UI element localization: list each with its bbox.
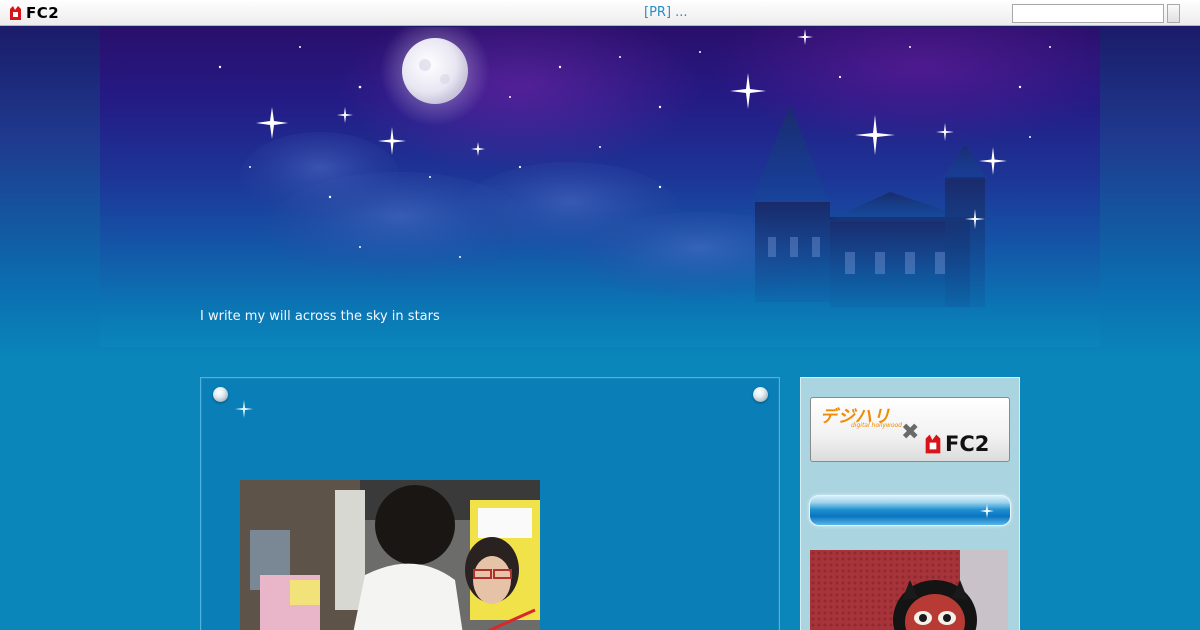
moon [402,38,468,104]
cloud [240,132,400,222]
pin-icon [213,387,228,402]
entry-panel [200,377,780,630]
fc2-logo-text: FC2 [26,4,60,22]
pin-icon [753,387,768,402]
sidebar-profile-photo[interactable] [810,550,1008,630]
sparkle-icon [980,504,994,518]
banner-fc2-logo: FC2 [923,432,989,456]
fc2-fox-icon [925,434,941,454]
search-button[interactable] [1167,4,1180,23]
sidebar-section-heading-bar [809,495,1011,526]
blog-header-image: I write my will across the sky in stars [100,27,1100,347]
sidebar: デジハリ digital hollywood ✖ FC2 [800,377,1020,630]
banner-sub-text: digital hollywood [851,422,902,429]
fc2-fox-icon [10,6,21,20]
banner-fc2-text: FC2 [945,432,990,456]
digihari-fc2-banner[interactable]: デジハリ digital hollywood ✖ FC2 [810,397,1010,462]
profile-photo-image [810,550,1008,630]
cross-icon: ✖ [901,420,920,445]
sparkle-icon [235,400,253,418]
blog-tagline: I write my will across the sky in stars [200,309,440,324]
search-input[interactable] [1012,4,1164,23]
fc2-top-bar: FC2 [PR] ... [0,0,1200,26]
night-sky-castle-illustration [218,27,1051,307]
fc2-logo-link[interactable]: FC2 [8,4,59,22]
entry-photo-image [240,480,540,630]
entry-photo[interactable] [240,480,540,630]
pr-ad-link[interactable]: [PR] ... [644,5,688,20]
